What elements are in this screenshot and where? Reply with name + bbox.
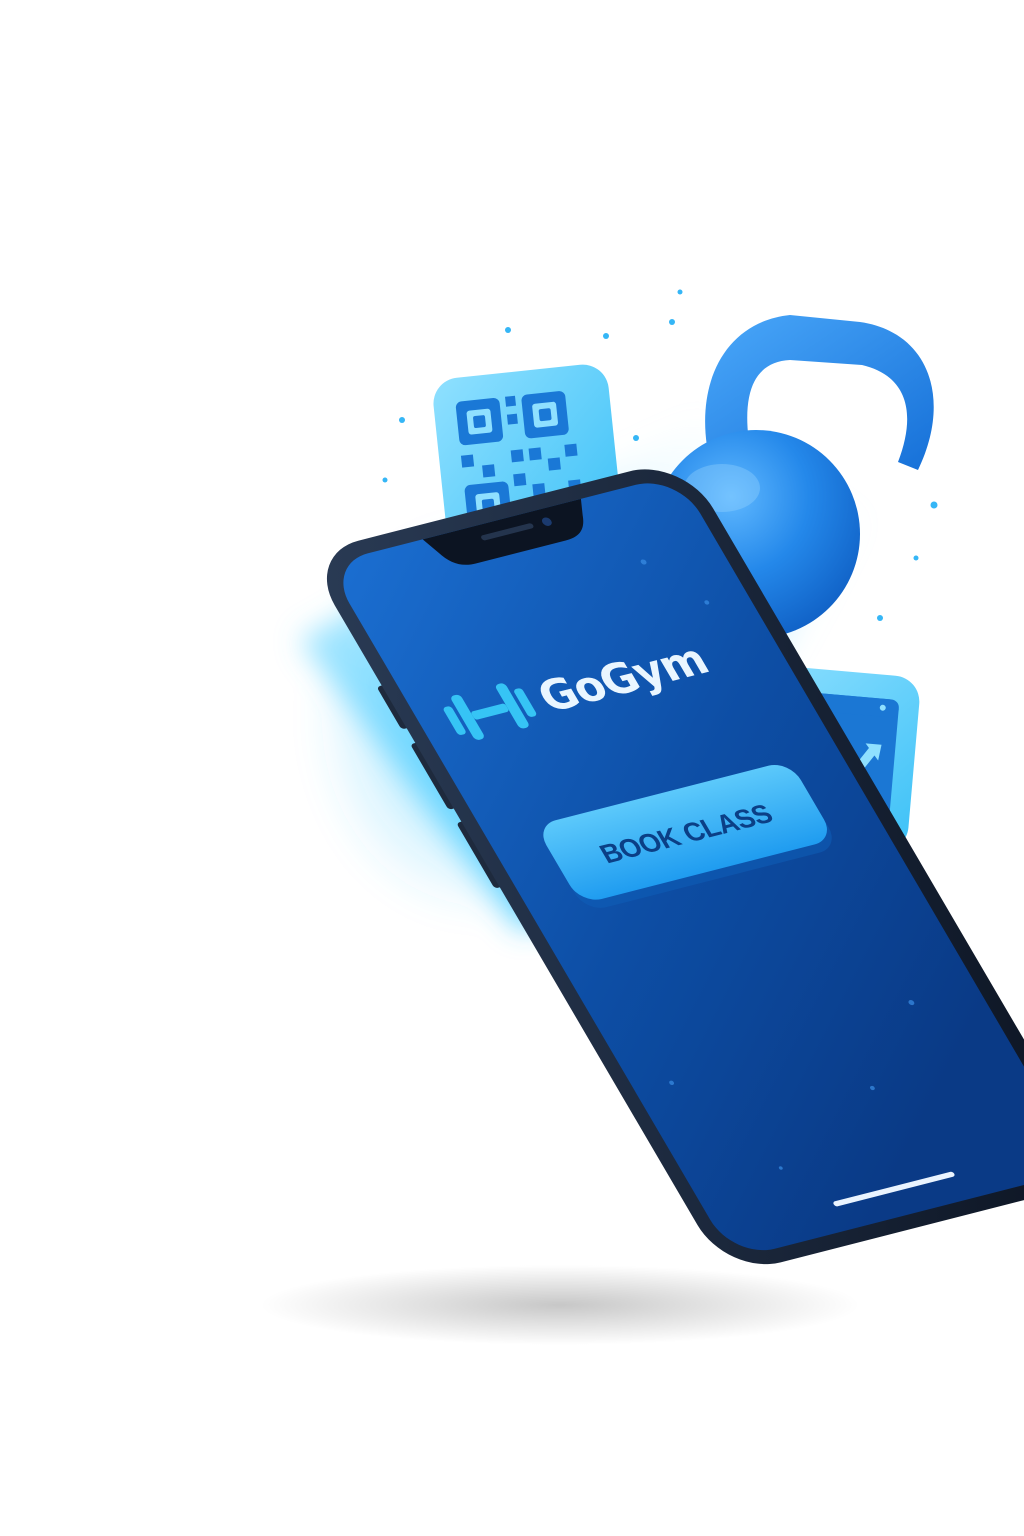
promo-illustration: GoGym BOOK CLASS xyxy=(260,289,1024,1345)
promo-canvas: GoGym BOOK CLASS xyxy=(0,0,1024,1536)
phone-shadow xyxy=(260,1265,860,1345)
